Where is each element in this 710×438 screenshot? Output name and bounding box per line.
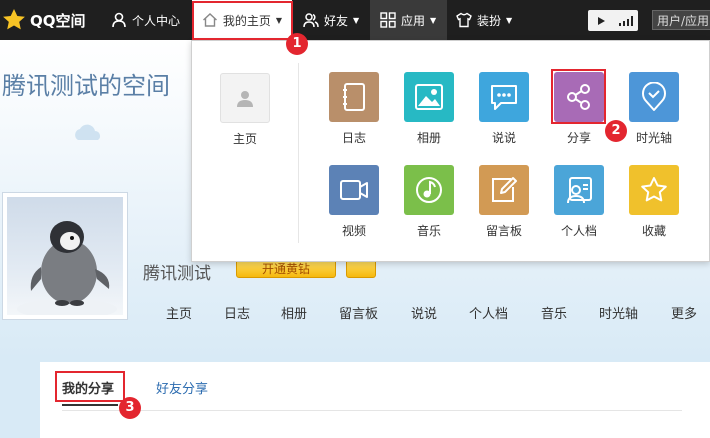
tab-more[interactable]: 更多 (671, 303, 697, 322)
active-tab-underline (62, 404, 118, 406)
dropdown-item-home[interactable]: 主页 (217, 73, 273, 147)
person-icon (237, 91, 253, 107)
music-player-controls (588, 10, 638, 31)
friends-icon (303, 13, 319, 28)
nav-dress-up[interactable]: 装扮 ▼ (456, 0, 512, 40)
play-button[interactable] (588, 10, 613, 31)
app-tile (329, 72, 379, 122)
photo-icon (415, 84, 443, 110)
chevron-down-icon: ▼ (353, 15, 360, 25)
tab-shuoshuo[interactable]: 说说 (411, 303, 437, 322)
app-label: 分享 (566, 131, 591, 145)
nav-label: 装扮 (477, 13, 502, 28)
divider (62, 410, 682, 411)
volume-bars-icon (618, 15, 633, 26)
chevron-down-icon: ▼ (506, 15, 513, 25)
nav-friends[interactable]: 好友 ▼ (303, 0, 359, 40)
app-label: 时光轴 (635, 131, 672, 145)
user-icon (112, 12, 126, 28)
app-tile (479, 72, 529, 122)
app-favorites[interactable]: 收藏 (626, 165, 682, 239)
my-home-dropdown: 主页 日志 相册 说说 分享 时光轴 视频 音乐 留言板 个人档 收藏 (191, 40, 710, 262)
app-music[interactable]: 音乐 (401, 165, 457, 239)
music-note-icon (416, 177, 442, 203)
app-video[interactable]: 视频 (326, 165, 382, 239)
app-label: 收藏 (641, 224, 666, 238)
penguin-photo (7, 197, 123, 315)
annotation-box-3 (55, 371, 125, 402)
tab-music[interactable]: 音乐 (541, 303, 567, 322)
qzone-logo[interactable]: QQ空间 (2, 6, 86, 34)
app-timeline[interactable]: 时光轴 (626, 72, 682, 146)
edit-icon (492, 177, 517, 202)
nav-apps[interactable]: 应用 ▼ (370, 0, 447, 40)
notebook-icon (343, 83, 365, 111)
home-tile (220, 73, 270, 123)
star-icon (641, 177, 667, 202)
owner-name[interactable]: 腾讯测试 (143, 259, 211, 284)
nav-personal-center[interactable]: 个人中心 (111, 0, 180, 40)
share-panel: 我的分享 好友分享 (40, 362, 710, 438)
tab-blog[interactable]: 日志 (224, 303, 250, 322)
cloud-icon (75, 124, 100, 140)
annotation-box-1 (192, 1, 293, 40)
tab-home[interactable]: 主页 (166, 303, 192, 322)
profile-card-icon (567, 177, 592, 204)
app-tile (629, 165, 679, 215)
app-tile (479, 165, 529, 215)
app-label: 说说 (491, 131, 516, 145)
tab-timeline[interactable]: 时光轴 (599, 303, 638, 322)
tab-message-board[interactable]: 留言板 (339, 303, 378, 322)
avatar[interactable] (2, 192, 128, 320)
app-tile (404, 72, 454, 122)
tab-profile[interactable]: 个人档 (469, 303, 508, 322)
app-profile[interactable]: 个人档 (551, 165, 607, 239)
brand-name: QQ空间 (30, 11, 86, 30)
nav-label: 好友 (324, 13, 349, 28)
location-clock-icon (642, 82, 666, 111)
app-label: 个人档 (560, 224, 597, 238)
user-app-search[interactable]: 用户/应用 (652, 10, 710, 30)
dropdown-item-label: 主页 (232, 132, 257, 146)
grid-icon (380, 12, 396, 28)
tshirt-icon (456, 12, 472, 28)
app-blog[interactable]: 日志 (326, 72, 382, 146)
app-label: 留言板 (485, 224, 522, 238)
chevron-down-icon: ▼ (430, 15, 437, 25)
tab-friend-shares[interactable]: 好友分享 (156, 378, 208, 397)
annotation-box-2 (551, 69, 606, 124)
app-message-board[interactable]: 留言板 (476, 165, 532, 239)
star-logo-icon (3, 9, 25, 30)
space-tabs: 主页 日志 相册 留言板 说说 个人档 音乐 时光轴 更多 (150, 303, 710, 331)
volume-button[interactable] (613, 10, 638, 31)
video-camera-icon (340, 180, 368, 200)
app-shuoshuo[interactable]: 说说 (476, 72, 532, 146)
penguin-icon (17, 221, 117, 315)
annotation-number-3: 3 (119, 397, 141, 419)
space-title[interactable]: 腾讯测试的空间 (2, 66, 170, 101)
app-tile (329, 165, 379, 215)
app-label: 相册 (416, 131, 441, 145)
annotation-number-2: 2 (605, 120, 627, 142)
nav-label: 个人中心 (132, 13, 181, 28)
annotation-number-1: 1 (286, 33, 308, 55)
nav-label: 应用 (401, 13, 426, 28)
app-tile (404, 165, 454, 215)
play-icon (597, 16, 605, 25)
chat-bubble-icon (491, 85, 517, 110)
app-album[interactable]: 相册 (401, 72, 457, 146)
app-tile (554, 165, 604, 215)
tab-album[interactable]: 相册 (281, 303, 307, 322)
app-tile (629, 72, 679, 122)
app-label: 日志 (341, 131, 366, 145)
top-navbar: QQ空间 个人中心 我的主页 ▼ 好友 ▼ 应用 ▼ 装扮 ▼ 用户/应用 (0, 0, 710, 40)
app-label: 视频 (341, 224, 366, 238)
app-label: 音乐 (416, 224, 441, 238)
divider (298, 63, 299, 243)
